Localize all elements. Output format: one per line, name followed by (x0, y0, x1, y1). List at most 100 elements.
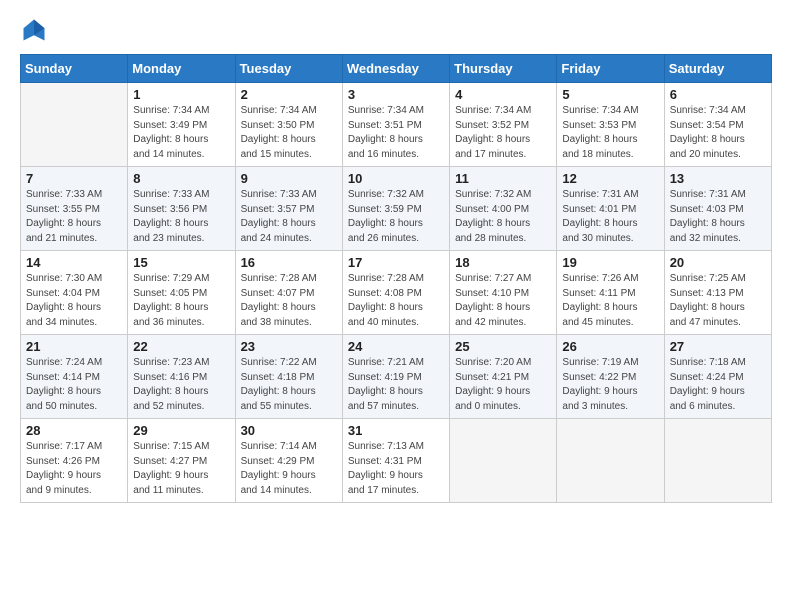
day-number: 26 (562, 339, 658, 354)
col-header-tuesday: Tuesday (235, 55, 342, 83)
day-number: 14 (26, 255, 122, 270)
col-header-sunday: Sunday (21, 55, 128, 83)
day-cell: 20 Sunrise: 7:25 AMSunset: 4:13 PMDayligh… (664, 251, 771, 335)
day-cell: 1 Sunrise: 7:34 AMSunset: 3:49 PMDaylight… (128, 83, 235, 167)
day-cell: 10 Sunrise: 7:32 AMSunset: 3:59 PMDayligh… (342, 167, 449, 251)
day-cell: 28Sunrise: 7:17 AMSunset: 4:26 PMDayligh… (21, 419, 128, 503)
day-number: 2 (241, 87, 337, 102)
day-number: 10 (348, 171, 444, 186)
header (20, 16, 772, 44)
day-detail: Sunrise: 7:21 AMSunset: 4:19 PMDaylight:… (348, 356, 444, 414)
day-cell: 16Sunrise: 7:28 AMSunset: 4:07 PMDayligh… (235, 251, 342, 335)
day-detail: Sunrise: 7:25 AMSunset: 4:13 PMDaylight:… (670, 272, 766, 330)
day-cell: 12 Sunrise: 7:31 AMSunset: 4:01 PMDayligh… (557, 167, 664, 251)
day-number: 28 (26, 423, 122, 438)
day-cell: 24 Sunrise: 7:21 AMSunset: 4:19 PMDayligh… (342, 335, 449, 419)
day-cell: 29 Sunrise: 7:15 AMSunset: 4:27 PMDayligh… (128, 419, 235, 503)
day-cell: 22Sunrise: 7:23 AMSunset: 4:16 PMDayligh… (128, 335, 235, 419)
day-cell: 3 Sunrise: 7:34 AMSunset: 3:51 PMDaylight… (342, 83, 449, 167)
day-cell: 25 Sunrise: 7:20 AMSunset: 4:21 PMDayligh… (450, 335, 557, 419)
day-number: 8 (133, 171, 229, 186)
day-number: 6 (670, 87, 766, 102)
day-number: 30 (241, 423, 337, 438)
day-number: 16 (241, 255, 337, 270)
day-detail: Sunrise: 7:28 AMSunset: 4:08 PMDaylight:… (348, 272, 444, 330)
week-row-1: 1 Sunrise: 7:34 AMSunset: 3:49 PMDaylight… (21, 83, 772, 167)
header-row: SundayMondayTuesdayWednesdayThursdayFrid… (21, 55, 772, 83)
day-number: 17 (348, 255, 444, 270)
day-number: 7 (26, 171, 122, 186)
day-cell: 31Sunrise: 7:13 AMSunset: 4:31 PMDayligh… (342, 419, 449, 503)
col-header-wednesday: Wednesday (342, 55, 449, 83)
day-cell (450, 419, 557, 503)
day-number: 15 (133, 255, 229, 270)
day-detail: Sunrise: 7:19 AMSunset: 4:22 PMDaylight:… (562, 356, 658, 414)
week-row-4: 21 Sunrise: 7:24 AMSunset: 4:14 PMDayligh… (21, 335, 772, 419)
day-cell: 23Sunrise: 7:22 AMSunset: 4:18 PMDayligh… (235, 335, 342, 419)
day-detail: Sunrise: 7:23 AMSunset: 4:16 PMDaylight:… (133, 356, 229, 414)
day-detail: Sunrise: 7:31 AMSunset: 4:01 PMDaylight:… (562, 188, 658, 246)
day-detail: Sunrise: 7:14 AMSunset: 4:29 PMDaylight:… (241, 440, 337, 498)
day-cell: 19Sunrise: 7:26 AMSunset: 4:11 PMDayligh… (557, 251, 664, 335)
day-number: 21 (26, 339, 122, 354)
col-header-friday: Friday (557, 55, 664, 83)
logo-icon (20, 16, 48, 44)
day-cell (21, 83, 128, 167)
day-number: 3 (348, 87, 444, 102)
day-detail: Sunrise: 7:33 AMSunset: 3:55 PMDaylight:… (26, 188, 122, 246)
week-row-5: 28Sunrise: 7:17 AMSunset: 4:26 PMDayligh… (21, 419, 772, 503)
day-cell: 30 Sunrise: 7:14 AMSunset: 4:29 PMDayligh… (235, 419, 342, 503)
day-detail: Sunrise: 7:34 AMSunset: 3:49 PMDaylight:… (133, 104, 229, 162)
day-number: 13 (670, 171, 766, 186)
day-detail: Sunrise: 7:15 AMSunset: 4:27 PMDaylight:… (133, 440, 229, 498)
day-number: 4 (455, 87, 551, 102)
day-detail: Sunrise: 7:34 AMSunset: 3:50 PMDaylight:… (241, 104, 337, 162)
day-number: 25 (455, 339, 551, 354)
day-detail: Sunrise: 7:31 AMSunset: 4:03 PMDaylight:… (670, 188, 766, 246)
day-detail: Sunrise: 7:30 AMSunset: 4:04 PMDaylight:… (26, 272, 122, 330)
week-row-3: 14 Sunrise: 7:30 AMSunset: 4:04 PMDayligh… (21, 251, 772, 335)
logo (20, 16, 52, 44)
day-cell: 11Sunrise: 7:32 AMSunset: 4:00 PMDayligh… (450, 167, 557, 251)
day-detail: Sunrise: 7:24 AMSunset: 4:14 PMDaylight:… (26, 356, 122, 414)
day-number: 24 (348, 339, 444, 354)
day-number: 29 (133, 423, 229, 438)
calendar-table: SundayMondayTuesdayWednesdayThursdayFrid… (20, 54, 772, 503)
day-number: 12 (562, 171, 658, 186)
day-cell: 4Sunrise: 7:34 AMSunset: 3:52 PMDaylight… (450, 83, 557, 167)
week-row-2: 7 Sunrise: 7:33 AMSunset: 3:55 PMDaylight… (21, 167, 772, 251)
day-cell: 15 Sunrise: 7:29 AMSunset: 4:05 PMDayligh… (128, 251, 235, 335)
day-number: 20 (670, 255, 766, 270)
day-cell: 5Sunrise: 7:34 AMSunset: 3:53 PMDaylight… (557, 83, 664, 167)
day-cell: 13 Sunrise: 7:31 AMSunset: 4:03 PMDayligh… (664, 167, 771, 251)
day-cell: 21 Sunrise: 7:24 AMSunset: 4:14 PMDayligh… (21, 335, 128, 419)
day-number: 19 (562, 255, 658, 270)
day-number: 18 (455, 255, 551, 270)
day-cell: 6 Sunrise: 7:34 AMSunset: 3:54 PMDaylight… (664, 83, 771, 167)
col-header-thursday: Thursday (450, 55, 557, 83)
day-cell: 18 Sunrise: 7:27 AMSunset: 4:10 PMDayligh… (450, 251, 557, 335)
day-detail: Sunrise: 7:32 AMSunset: 3:59 PMDaylight:… (348, 188, 444, 246)
day-detail: Sunrise: 7:18 AMSunset: 4:24 PMDaylight:… (670, 356, 766, 414)
day-cell (664, 419, 771, 503)
day-cell: 27 Sunrise: 7:18 AMSunset: 4:24 PMDayligh… (664, 335, 771, 419)
page: SundayMondayTuesdayWednesdayThursdayFrid… (0, 0, 792, 612)
day-detail: Sunrise: 7:29 AMSunset: 4:05 PMDaylight:… (133, 272, 229, 330)
day-detail: Sunrise: 7:34 AMSunset: 3:53 PMDaylight:… (562, 104, 658, 162)
day-number: 27 (670, 339, 766, 354)
day-number: 9 (241, 171, 337, 186)
col-header-monday: Monday (128, 55, 235, 83)
day-detail: Sunrise: 7:34 AMSunset: 3:51 PMDaylight:… (348, 104, 444, 162)
day-detail: Sunrise: 7:13 AMSunset: 4:31 PMDaylight:… (348, 440, 444, 498)
day-detail: Sunrise: 7:27 AMSunset: 4:10 PMDaylight:… (455, 272, 551, 330)
day-detail: Sunrise: 7:33 AMSunset: 3:57 PMDaylight:… (241, 188, 337, 246)
day-cell: 8Sunrise: 7:33 AMSunset: 3:56 PMDaylight… (128, 167, 235, 251)
day-number: 11 (455, 171, 551, 186)
col-header-saturday: Saturday (664, 55, 771, 83)
day-detail: Sunrise: 7:34 AMSunset: 3:54 PMDaylight:… (670, 104, 766, 162)
day-detail: Sunrise: 7:22 AMSunset: 4:18 PMDaylight:… (241, 356, 337, 414)
day-number: 1 (133, 87, 229, 102)
day-detail: Sunrise: 7:20 AMSunset: 4:21 PMDaylight:… (455, 356, 551, 414)
day-cell: 7 Sunrise: 7:33 AMSunset: 3:55 PMDaylight… (21, 167, 128, 251)
day-cell: 17 Sunrise: 7:28 AMSunset: 4:08 PMDayligh… (342, 251, 449, 335)
